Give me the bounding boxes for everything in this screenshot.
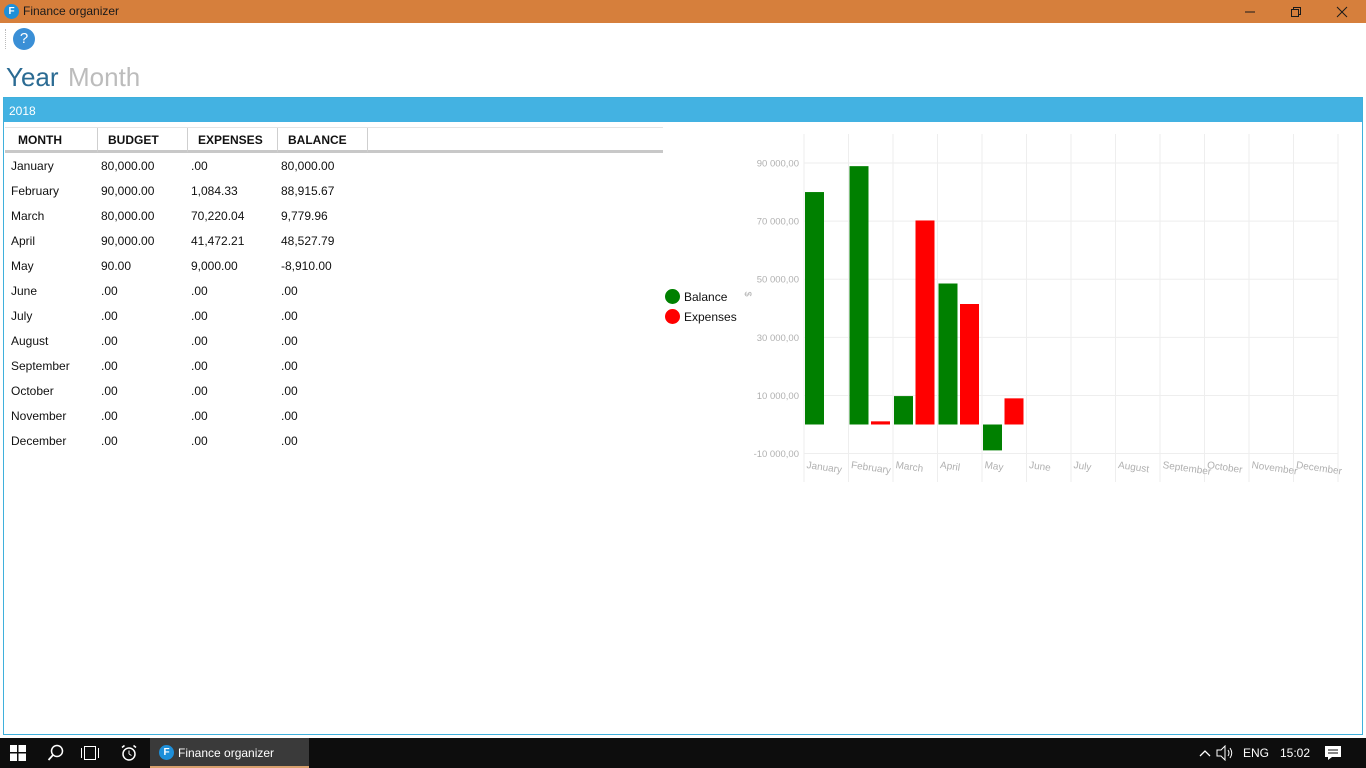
volume-icon bbox=[1216, 745, 1233, 761]
y-tick-label: 50 000,00 bbox=[757, 275, 799, 286]
y-tick-label: 70 000,00 bbox=[757, 217, 799, 228]
task-view-button[interactable] bbox=[72, 738, 108, 768]
legend-label-balance: Balance bbox=[684, 290, 728, 304]
x-tick-label-march: March bbox=[895, 460, 924, 475]
x-tick-label-november: November bbox=[1251, 460, 1299, 477]
bar-balance-march bbox=[894, 396, 913, 425]
legend-label-expenses: Expenses bbox=[684, 310, 737, 324]
x-tick-label-april: April bbox=[939, 460, 960, 474]
legend-marker-expenses bbox=[665, 309, 680, 324]
x-tick-label-january: January bbox=[806, 460, 843, 476]
alarm-clock-icon bbox=[121, 744, 137, 761]
action-center-button[interactable] bbox=[1318, 738, 1348, 768]
notification-icon bbox=[1325, 746, 1341, 760]
start-button[interactable] bbox=[0, 738, 36, 768]
x-tick-label-october: October bbox=[1206, 460, 1243, 476]
volume-button[interactable] bbox=[1215, 738, 1235, 768]
bar-expenses-april bbox=[960, 304, 979, 425]
y-tick-label: 10 000,00 bbox=[757, 391, 799, 402]
y-axis-label: $ bbox=[743, 291, 753, 296]
x-tick-label-july: July bbox=[1073, 460, 1092, 473]
x-tick-label-august: August bbox=[1117, 460, 1150, 475]
alarm-app-button[interactable] bbox=[111, 738, 147, 768]
y-tick-label: -10 000,00 bbox=[754, 449, 799, 460]
y-tick-label: 90 000,00 bbox=[757, 159, 799, 170]
x-tick-label-february: February bbox=[850, 460, 891, 476]
x-tick-label-june: June bbox=[1028, 460, 1051, 474]
show-hidden-icons-button[interactable] bbox=[1196, 738, 1214, 768]
bar-expenses-march bbox=[915, 220, 935, 425]
bar-balance-may bbox=[983, 424, 1002, 451]
search-button[interactable] bbox=[38, 738, 74, 768]
taskbar-app-finance-organizer[interactable]: F Finance organizer bbox=[150, 738, 309, 768]
bar-expenses-february bbox=[871, 421, 890, 425]
bar-balance-february bbox=[849, 166, 869, 425]
app-icon: F bbox=[159, 745, 174, 760]
chevron-up-icon bbox=[1199, 750, 1211, 757]
clock[interactable]: 15:02 bbox=[1280, 746, 1310, 760]
x-tick-label-may: May bbox=[984, 460, 1004, 474]
y-tick-label: 30 000,00 bbox=[757, 333, 799, 344]
bar-balance-january bbox=[805, 192, 824, 425]
legend-marker-balance bbox=[665, 289, 680, 304]
language-indicator[interactable]: ENG bbox=[1243, 746, 1269, 760]
search-icon bbox=[47, 744, 64, 761]
taskbar: F Finance organizer ENG 15:02 bbox=[0, 738, 1366, 768]
x-tick-label-december: December bbox=[1295, 460, 1343, 477]
task-view-icon bbox=[81, 746, 99, 760]
windows-icon bbox=[10, 745, 26, 761]
finance-chart: -10 000,00 10 000,00 30 000,00 50 000,00 70 … bbox=[743, 134, 1343, 482]
bar-expenses-may bbox=[1004, 398, 1024, 425]
taskbar-app-label: Finance organizer bbox=[178, 746, 275, 760]
bar-balance-april bbox=[938, 283, 958, 425]
